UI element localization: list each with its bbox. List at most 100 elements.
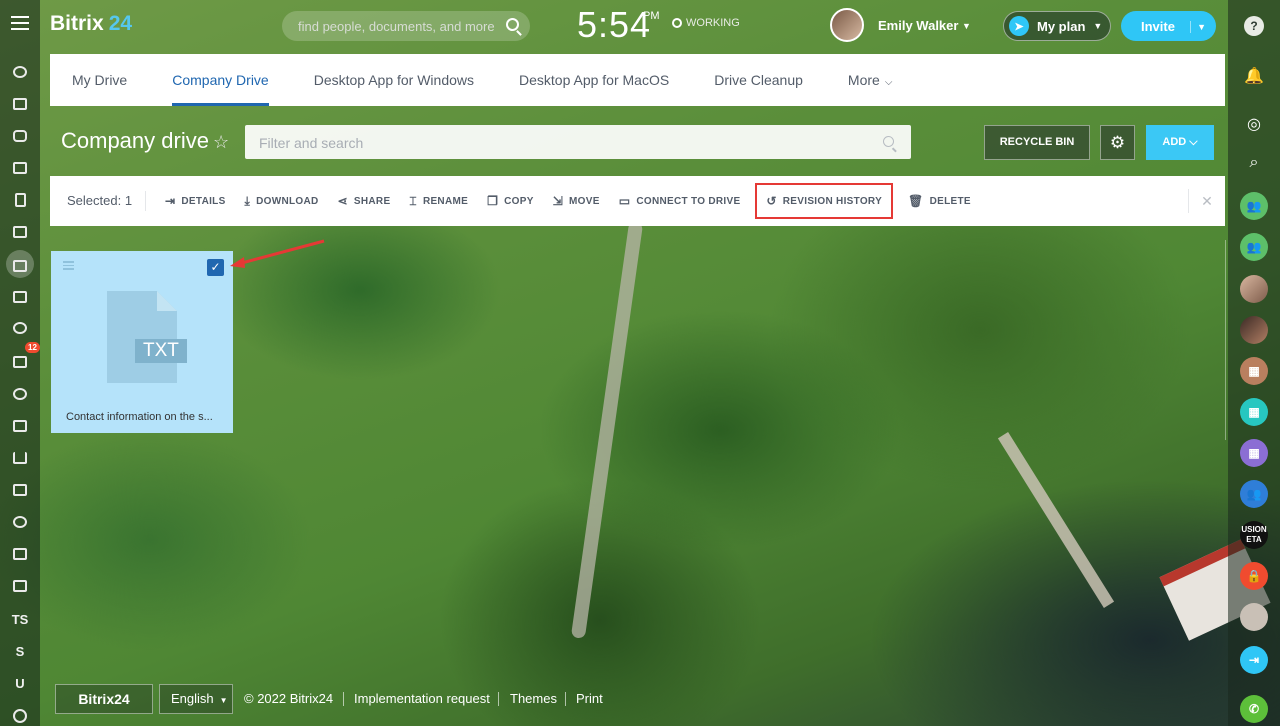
sidebar-item-drive[interactable] <box>0 250 40 278</box>
file-card[interactable]: ✓ TXT Contact information on the s... <box>51 251 233 433</box>
group-chat-avatar[interactable]: 👥 <box>1240 480 1268 508</box>
menu-icon[interactable] <box>11 16 29 30</box>
calendar-icon <box>13 162 27 174</box>
calendar-chat-icon[interactable]: ▦ <box>1240 357 1268 385</box>
sidebar-item-s[interactable]: S <box>0 639 40 663</box>
rename-button[interactable]: ⌶ RENAME <box>409 194 468 209</box>
sidebar-item-groups[interactable] <box>0 316 40 340</box>
target-icon <box>13 388 27 400</box>
calendar-chat-icon[interactable]: ▦ <box>1240 398 1268 426</box>
sidebar-item-mail[interactable] <box>0 285 40 309</box>
sidebar-item-sync[interactable] <box>0 510 40 534</box>
chevron-down-icon: ▼ <box>1093 21 1103 31</box>
sidebar-item-checklist[interactable] <box>0 220 40 244</box>
search-icon[interactable] <box>883 136 894 147</box>
user-name[interactable]: Emily Walker <box>878 18 958 33</box>
my-plan-button[interactable]: ➤ My plan ▼ <box>1003 11 1111 41</box>
sidebar-item-u[interactable]: U <box>0 671 40 695</box>
filter-search-input[interactable]: Filter and search <box>245 125 911 159</box>
sidebar-item-box2[interactable] <box>0 574 40 598</box>
tab-more[interactable]: More ⌵ <box>848 54 893 106</box>
user-avatar[interactable] <box>830 8 864 42</box>
file-name[interactable]: Contact information on the s... <box>66 411 226 423</box>
bell-icon[interactable]: 🔔 <box>1244 66 1264 86</box>
download-button[interactable]: ⤓ DOWNLOAD <box>245 194 319 209</box>
revision-history-button[interactable]: ↺ REVISION HISTORY <box>755 183 894 219</box>
search-icon[interactable] <box>506 18 519 31</box>
sidebar-item-feed[interactable] <box>0 60 40 84</box>
help-icon[interactable]: ? <box>1244 16 1264 36</box>
close-icon[interactable]: ✕ <box>1188 189 1225 213</box>
path-decoration <box>570 221 644 639</box>
recycle-bin-button[interactable]: RECYCLE BIN <box>984 125 1090 160</box>
page-title: Company drive <box>61 128 209 153</box>
sidebar-item-box1[interactable] <box>0 542 40 566</box>
connect-to-drive-button[interactable]: ▭ CONNECT TO DRIVE <box>619 194 741 208</box>
app-logo[interactable]: Bitrix 24 <box>50 12 132 36</box>
chevron-down-icon[interactable]: ▼ <box>1190 21 1206 33</box>
invite-button[interactable]: Invite ▼ <box>1121 11 1216 41</box>
language-select[interactable]: English ▼ <box>159 684 233 714</box>
gear-icon: ⚙ <box>1109 133 1126 152</box>
tab-desktop-macos[interactable]: Desktop App for MacOS <box>519 54 669 106</box>
delete-button[interactable]: 🗑 DELETE <box>908 194 971 208</box>
company-chat-avatar[interactable]: USION ETA <box>1240 521 1268 549</box>
user-avatar[interactable] <box>1240 603 1268 631</box>
txt-file-icon <box>107 291 177 383</box>
global-search-input[interactable]: find people, documents, and more <box>282 11 530 41</box>
footer-separator <box>498 692 499 706</box>
file-type-label: TXT <box>135 339 187 363</box>
group-chat-avatar[interactable]: 👥 <box>1240 192 1268 220</box>
sidebar-item-sites[interactable] <box>0 414 40 438</box>
move-button[interactable]: ⇲ MOVE <box>553 194 600 208</box>
scrollbar[interactable] <box>1225 240 1226 440</box>
phone-icon[interactable]: ✆ <box>1240 695 1268 723</box>
user-avatar[interactable] <box>1240 275 1268 303</box>
details-button[interactable]: ⇥ DETAILS <box>165 194 226 208</box>
sidebar-item-shop[interactable] <box>0 446 40 470</box>
footer-themes-link[interactable]: Themes <box>510 691 557 706</box>
sidebar-more[interactable] <box>0 704 40 726</box>
tab-company-drive[interactable]: Company Drive <box>172 54 270 106</box>
tab-desktop-windows[interactable]: Desktop App for Windows <box>314 54 474 106</box>
sidebar-item-tasks[interactable] <box>0 92 40 116</box>
drag-handle-icon[interactable] <box>63 261 74 272</box>
sidebar-item-chat[interactable] <box>0 124 40 148</box>
chat-bubble-icon[interactable]: ◎ <box>1244 114 1264 134</box>
file-checkbox[interactable]: ✓ <box>207 259 224 276</box>
footer-logo-button[interactable]: Bitrix24 <box>55 684 153 714</box>
add-button[interactable]: ADD ⌵ <box>1146 125 1214 160</box>
contact-card-icon <box>13 484 27 496</box>
box-icon <box>13 580 27 592</box>
star-icon[interactable]: ☆ <box>213 132 229 153</box>
window-icon <box>13 420 27 432</box>
exit-icon[interactable]: ⇥ <box>1240 646 1268 674</box>
tab-drive-cleanup[interactable]: Drive Cleanup <box>714 54 803 106</box>
lock-icon[interactable]: 🔒 <box>1240 562 1268 590</box>
sidebar-item-target[interactable] <box>0 382 40 406</box>
group-chat-avatar[interactable]: 👥 <box>1240 233 1268 261</box>
work-status[interactable]: WORKING <box>672 17 740 29</box>
sidebar-item-ts[interactable]: TS <box>0 607 40 631</box>
sync-icon <box>13 516 27 528</box>
chevron-down-icon: ▼ <box>219 696 228 705</box>
tab-my-drive[interactable]: My Drive <box>72 54 127 106</box>
sidebar-item-crm[interactable]: 12 <box>0 342 40 374</box>
sidebar-item-docs[interactable] <box>0 188 40 212</box>
status-icon <box>672 18 682 28</box>
user-avatar[interactable] <box>1240 316 1268 344</box>
settings-button[interactable]: ⚙ <box>1100 125 1135 160</box>
sidebar-item-contacts[interactable] <box>0 478 40 502</box>
share-button[interactable]: ⋖ SHARE <box>338 194 391 208</box>
sidebar-item-calendar[interactable] <box>0 156 40 180</box>
annotation-arrow <box>230 239 325 268</box>
search-icon[interactable]: ⌕ <box>1244 154 1264 172</box>
footer-implementation-link[interactable]: Implementation request <box>354 691 490 706</box>
drive-icon <box>13 260 27 272</box>
clock-time[interactable]: 5:54 <box>577 4 651 46</box>
footer-print-link[interactable]: Print <box>576 691 603 706</box>
left-sidebar: 12 TS S U <box>0 0 40 726</box>
chevron-down-icon[interactable]: ▼ <box>962 21 971 31</box>
calendar-chat-icon[interactable]: ▦ <box>1240 439 1268 467</box>
copy-button[interactable]: ❐ COPY <box>487 194 534 208</box>
